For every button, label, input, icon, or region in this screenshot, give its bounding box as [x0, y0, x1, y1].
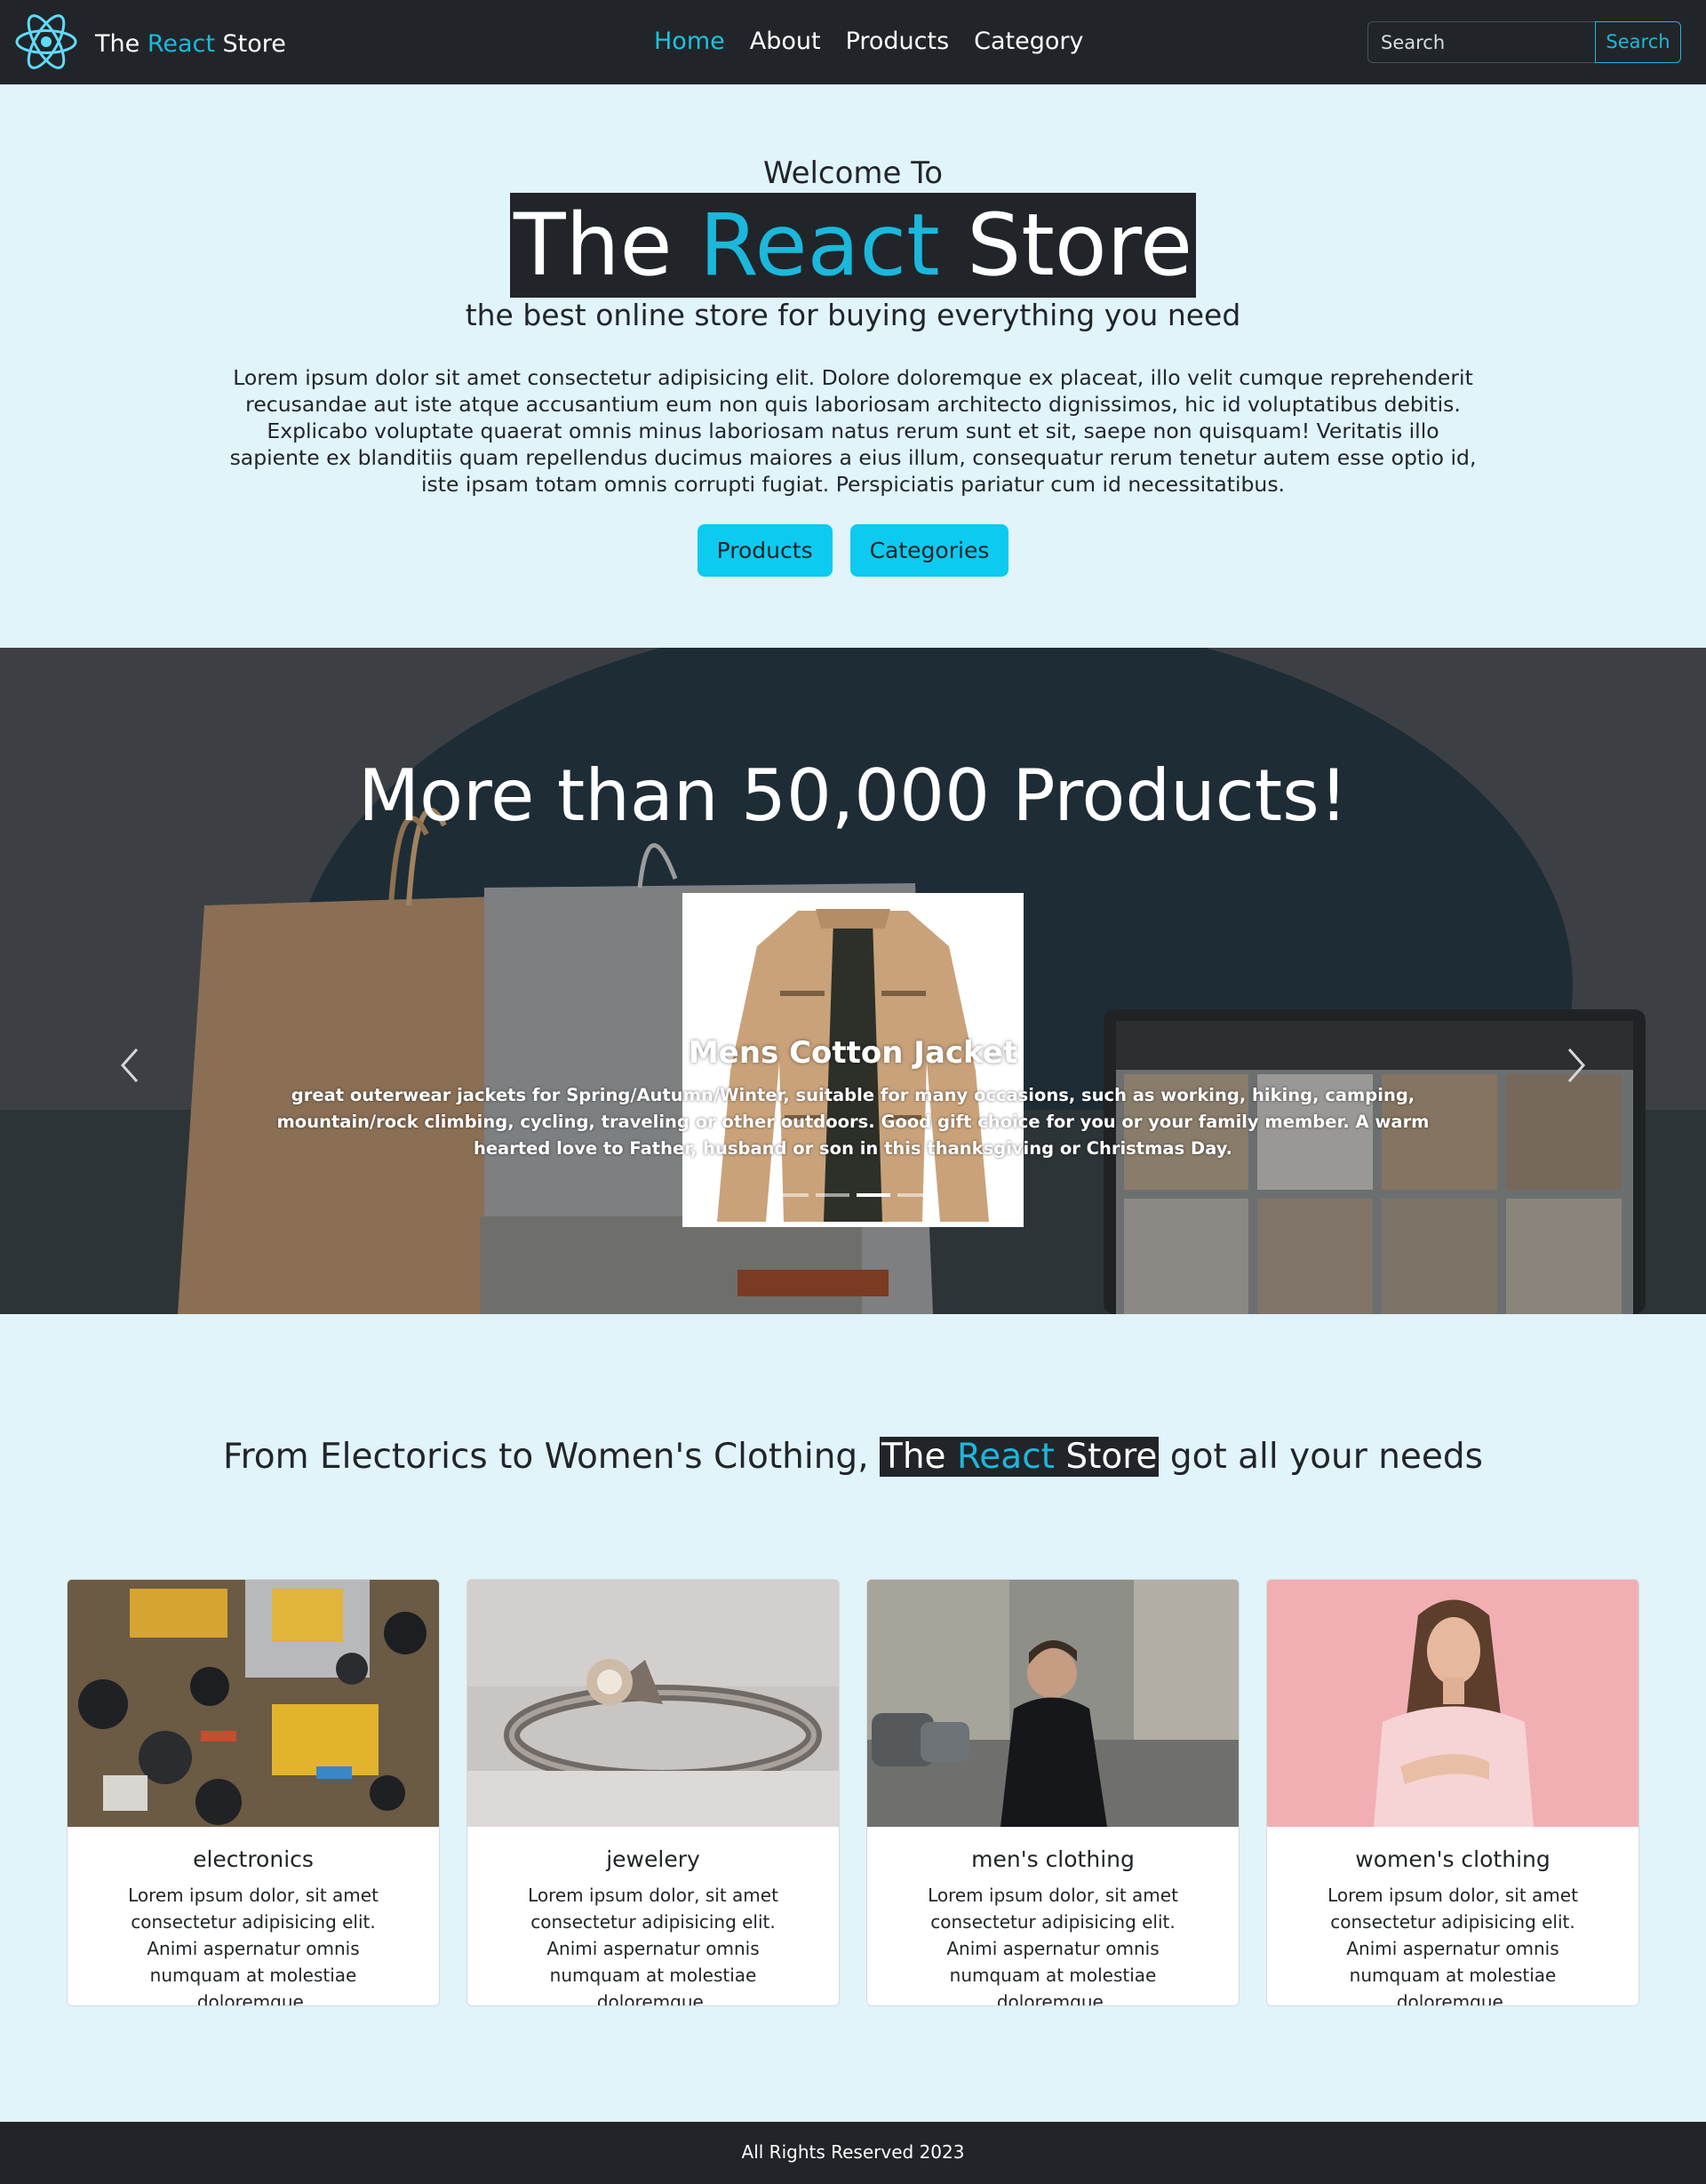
- category-card-electronics[interactable]: electronics Lorem ipsum dolor, sit amet …: [67, 1579, 440, 2006]
- brand-name-suffix: Store: [222, 29, 286, 58]
- electronics-image: [68, 1580, 439, 1827]
- carousel-indicators: [775, 1193, 938, 1197]
- brand-name: The React Store: [95, 30, 286, 58]
- card-title: women's clothing: [1355, 1846, 1551, 1872]
- category-card-mens-clothing[interactable]: men's clothing Lorem ipsum dolor, sit am…: [866, 1579, 1240, 2006]
- card-text: Lorem ipsum dolor, sit amet consectetur …: [528, 1885, 778, 2006]
- nav-link-about[interactable]: About: [750, 28, 821, 55]
- hero-welcome: Welcome To: [762, 155, 944, 191]
- card-title: electronics: [193, 1846, 314, 1872]
- search-input[interactable]: [1367, 21, 1596, 63]
- nav-link-category[interactable]: Category: [974, 28, 1083, 55]
- categories-heading: From Electorics to Women's Clothing, The…: [0, 1437, 1706, 1477]
- slide-caption-text: great outerwear jackets for Spring/Autum…: [276, 1085, 1430, 1159]
- categories-heading-suffix: got all your needs: [1169, 1437, 1483, 1477]
- categories-heading-brand: The React Store: [880, 1437, 1160, 1477]
- carousel-next-button[interactable]: [1560, 1039, 1592, 1092]
- hero-title-suffix: Store: [967, 195, 1192, 295]
- carousel-prev-button[interactable]: [114, 1039, 146, 1092]
- footer: All Rights Reserved 2023: [0, 2122, 1706, 2184]
- categories-button[interactable]: Categories: [849, 524, 1009, 577]
- categories-heading-brand-accent: React: [956, 1437, 1055, 1477]
- categories-heading-brand-suffix: Store: [1065, 1437, 1158, 1477]
- category-card-womens-clothing[interactable]: women's clothing Lorem ipsum dolor, sit …: [1266, 1579, 1639, 2006]
- hero-title-wrap: The React Store: [0, 193, 1706, 298]
- categories-heading-brand-prefix: The: [881, 1437, 946, 1477]
- chevron-right-icon: [1567, 1048, 1586, 1082]
- react-logo-icon: [13, 11, 79, 76]
- hero-tagline: the best online store for buying everyth…: [465, 298, 1241, 332]
- showcase-title: More than 50,000 Products!: [358, 754, 1348, 837]
- card-text: Lorem ipsum dolor, sit amet consectetur …: [128, 1885, 379, 2006]
- hero-title: The React Store: [509, 193, 1196, 298]
- nav-links: Home About Products Category: [654, 28, 1109, 55]
- card-text: Lorem ipsum dolor, sit amet consectetur …: [1327, 1885, 1578, 2006]
- brand-name-prefix: The: [95, 29, 140, 58]
- chevron-left-icon: [120, 1048, 139, 1082]
- products-button[interactable]: Products: [697, 524, 833, 577]
- card-text: Lorem ipsum dolor, sit amet consectetur …: [928, 1885, 1178, 2006]
- carousel-indicator-1[interactable]: [775, 1193, 809, 1197]
- carousel-indicator-3[interactable]: [857, 1193, 890, 1197]
- hero-buttons: Products Categories: [0, 524, 1706, 577]
- slide-caption-title: Mens Cotton Jacket: [688, 1035, 1018, 1071]
- mens-clothing-image: [867, 1580, 1239, 1827]
- navbar: The React Store Home About Products Cate…: [0, 0, 1706, 84]
- categories-heading-prefix: From Electorics to Women's Clothing,: [223, 1437, 869, 1477]
- brand[interactable]: The React Store: [13, 11, 286, 76]
- products-showcase: More than 50,000 Products! Mens Cotton J…: [0, 648, 1706, 1314]
- carousel-indicator-2[interactable]: [816, 1193, 849, 1197]
- womens-clothing-image: [1267, 1580, 1638, 1827]
- card-title: jewelery: [606, 1846, 700, 1872]
- search-button[interactable]: Search: [1595, 21, 1681, 63]
- footer-copyright: All Rights Reserved 2023: [741, 2141, 965, 2163]
- hero-title-accent: React: [699, 195, 940, 295]
- nav-link-products[interactable]: Products: [846, 28, 950, 55]
- hero-title-prefix: The: [513, 195, 673, 295]
- categories-section: From Electorics to Women's Clothing, The…: [0, 1314, 1706, 2122]
- jewelery-image: [467, 1580, 839, 1827]
- brand-name-accent: React: [147, 29, 215, 58]
- hero-section: Welcome To The React Store the best onli…: [0, 84, 1706, 648]
- hero-body-text: Lorem ipsum dolor sit amet consectetur a…: [229, 365, 1477, 497]
- nav-link-home[interactable]: Home: [654, 28, 725, 55]
- carousel-indicator-4[interactable]: [897, 1193, 931, 1197]
- category-card-jewelery[interactable]: jewelery Lorem ipsum dolor, sit amet con…: [466, 1579, 840, 2006]
- card-title: men's clothing: [971, 1846, 1135, 1872]
